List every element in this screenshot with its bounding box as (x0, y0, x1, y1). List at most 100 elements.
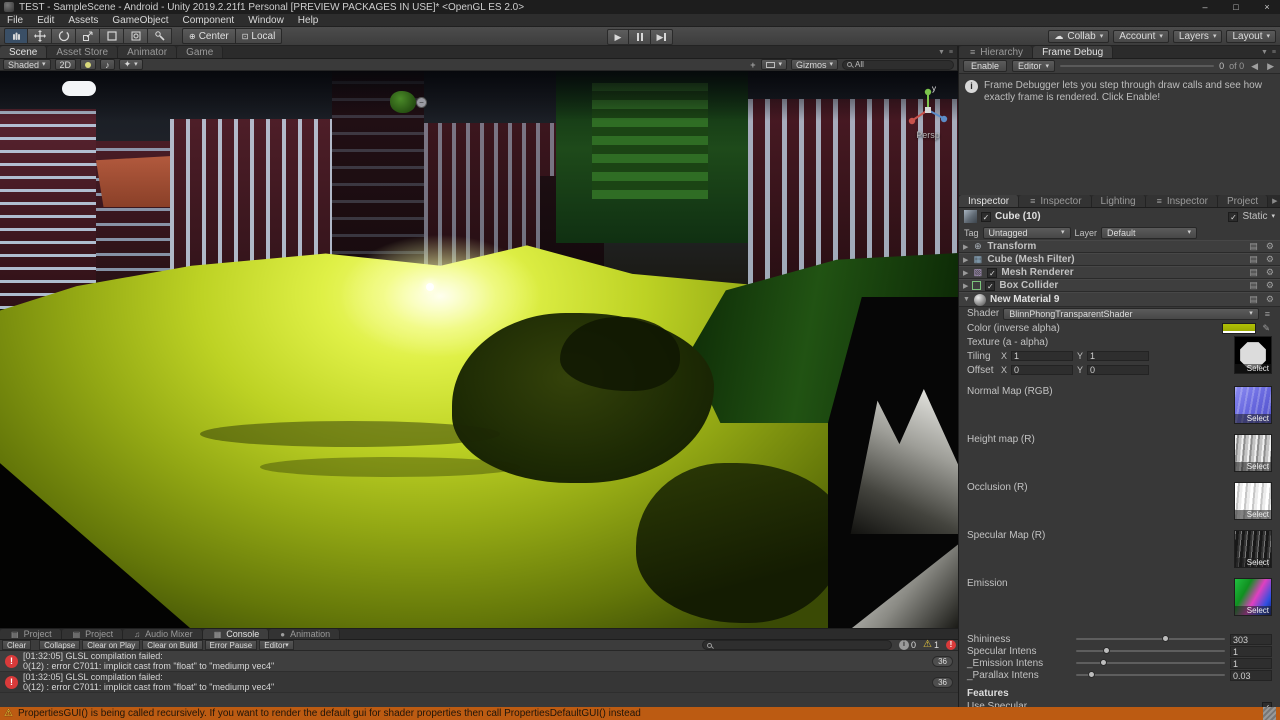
presets-icon[interactable]: ▤ (1247, 267, 1260, 278)
step-button[interactable]: ▶ (651, 29, 673, 45)
scene-lighting-toggle[interactable] (80, 59, 97, 70)
tiling-x-field[interactable] (1011, 351, 1074, 361)
scene-viewport[interactable]: − y Persp (0, 71, 958, 628)
scene-audio-toggle[interactable]: ♪ (100, 59, 115, 70)
component-mesh-filter[interactable]: ▶ ▦ Cube (Mesh Filter) ▤ ⚙ (959, 253, 1280, 266)
editor-dropdown[interactable]: Editor ▾ (1012, 60, 1056, 72)
shininess-value[interactable]: 303 (1230, 633, 1272, 645)
shader-dropdown[interactable]: BlinnPhongTransparentShader ▾ (1003, 307, 1259, 320)
emission-thumbnail[interactable]: Select (1234, 578, 1272, 616)
texture-thumbnail[interactable]: Select (1234, 336, 1272, 374)
tab-frame-debug[interactable]: Frame Debug (1033, 46, 1114, 58)
foldout-icon[interactable]: ▶ (963, 282, 968, 290)
eyedropper-icon[interactable]: ✎ (1260, 323, 1272, 334)
occlusion-thumbnail[interactable]: Select (1234, 482, 1272, 520)
clear-on-build-toggle[interactable]: Clear on Build (142, 640, 203, 650)
component-transform[interactable]: ▶ ⊕ Transform ▤ ⚙ (959, 240, 1280, 253)
camera-dropdown[interactable]: ▾ (761, 59, 787, 70)
custom-tool-button[interactable] (148, 28, 172, 44)
tab-inspector-1[interactable]: Inspector (959, 195, 1020, 207)
active-checkbox[interactable]: ✓ (981, 211, 991, 222)
offset-y-field[interactable] (1087, 365, 1150, 375)
panel-menu-icon[interactable]: ≡ (949, 49, 953, 56)
layer-dropdown[interactable]: Default ▾ (1101, 226, 1198, 239)
panel-dropdown-icon[interactable]: ▶ (1272, 197, 1277, 205)
tab-inspector-2[interactable]: ≡ Inspector (1019, 195, 1092, 207)
move-tool-button[interactable] (28, 28, 52, 44)
panel-dropdown-icon[interactable]: ▼ (1261, 49, 1268, 56)
rect-tool-button[interactable] (100, 28, 124, 44)
layout-dropdown[interactable]: Layout ▾ (1226, 29, 1276, 43)
error-count[interactable]: ! (946, 640, 956, 650)
play-button[interactable]: ▶ (607, 29, 629, 45)
select-button[interactable]: Select (1235, 414, 1271, 423)
tab-asset-store[interactable]: Asset Store (47, 46, 119, 58)
static-dropdown-icon[interactable]: ▾ (1271, 213, 1275, 220)
close-icon[interactable]: × (1254, 0, 1280, 14)
gear-icon[interactable]: ⚙ (1264, 254, 1276, 265)
specular-map-thumbnail[interactable]: Select (1234, 530, 1272, 568)
info-count[interactable]: i0 (899, 640, 916, 650)
foldout-icon[interactable]: ▶ (963, 269, 968, 277)
panel-menu-icon[interactable]: ≡ (1272, 49, 1276, 56)
menu-window[interactable]: Window (241, 15, 291, 26)
select-button[interactable]: Select (1235, 558, 1271, 567)
tab-game[interactable]: Game (177, 46, 224, 58)
tab-lighting[interactable]: Lighting (1091, 195, 1146, 207)
next-frame-icon[interactable]: ▶ (1265, 61, 1276, 72)
foldout-icon[interactable]: ▶ (963, 256, 968, 264)
emission-intens-slider[interactable] (1076, 659, 1225, 666)
panel-dropdown-icon[interactable]: ▼ (938, 49, 945, 56)
hand-tool-button[interactable] (4, 28, 28, 44)
resize-grip-icon[interactable] (1263, 707, 1276, 720)
material-header[interactable]: ▼ New Material 9 ▤ ⚙ (959, 292, 1280, 307)
console-entry[interactable]: ! [01:32:05] GLSL compilation failed: 0(… (0, 672, 958, 693)
orientation-gizmo[interactable]: y Persp (902, 83, 954, 145)
draw-mode-dropdown[interactable]: Shaded ▾ (3, 59, 51, 70)
presets-icon[interactable]: ▤ (1247, 241, 1260, 252)
tab-console[interactable]: ▦ Console (202, 629, 270, 639)
scene-fx-dropdown[interactable]: ✦ ▾ (118, 59, 143, 70)
frame-slider[interactable] (1060, 65, 1215, 67)
tab-hierarchy[interactable]: ≡ Hierarchy (959, 46, 1034, 58)
error-pause-toggle[interactable]: Error Pause (204, 640, 258, 650)
scene-search[interactable] (842, 59, 954, 70)
clear-on-play-toggle[interactable]: Clear on Play (82, 640, 141, 650)
menu-edit[interactable]: Edit (30, 15, 61, 26)
transform-tool-button[interactable] (124, 28, 148, 44)
clear-button[interactable]: Clear (2, 640, 32, 650)
collab-dropdown[interactable]: ☁ Collab ▾ (1048, 29, 1110, 43)
tab-project-right[interactable]: Project (1217, 195, 1269, 207)
height-map-thumbnail[interactable]: Select (1234, 434, 1272, 472)
foldout-icon[interactable]: ▶ (963, 243, 968, 251)
tab-animator[interactable]: Animator (118, 46, 178, 58)
presets-icon[interactable]: ▤ (1247, 254, 1260, 265)
offset-x-field[interactable] (1011, 365, 1074, 375)
tag-dropdown[interactable]: Untagged ▾ (982, 226, 1071, 239)
console-search-input[interactable] (715, 640, 795, 650)
tab-inspector-3[interactable]: ≡ Inspector (1145, 195, 1218, 207)
scale-tool-button[interactable] (76, 28, 100, 44)
select-button[interactable]: Select (1235, 606, 1271, 615)
specular-intens-slider[interactable] (1076, 647, 1225, 654)
presets-icon[interactable]: ▤ (1247, 294, 1260, 305)
minimize-icon[interactable]: – (1192, 0, 1218, 14)
2d-toggle[interactable]: 2D (54, 59, 77, 70)
pivot-rotation-button[interactable]: ⊡ Local (235, 28, 283, 44)
pause-button[interactable] (629, 29, 651, 45)
component-box-collider[interactable]: ▶ ✓ Box Collider ▤ ⚙ (959, 279, 1280, 292)
rotate-tool-button[interactable] (52, 28, 76, 44)
tab-project-1[interactable]: ▤ Project (0, 629, 62, 639)
gizmos-dropdown[interactable]: Gizmos ▾ (790, 59, 838, 70)
presets-icon[interactable]: ▤ (1247, 280, 1260, 291)
menu-help[interactable]: Help (291, 15, 326, 26)
menu-assets[interactable]: Assets (61, 15, 105, 26)
pivot-button[interactable]: ⊕ Center (182, 28, 236, 44)
tools-icon[interactable]: + (748, 60, 757, 70)
parallax-intens-value[interactable]: 0.03 (1230, 669, 1272, 681)
menu-gameobject[interactable]: GameObject (105, 15, 175, 26)
gear-icon[interactable]: ⚙ (1264, 241, 1276, 252)
parallax-intens-slider[interactable] (1076, 671, 1225, 678)
color-swatch[interactable] (1222, 323, 1257, 334)
enable-button[interactable]: Enable (963, 60, 1008, 72)
